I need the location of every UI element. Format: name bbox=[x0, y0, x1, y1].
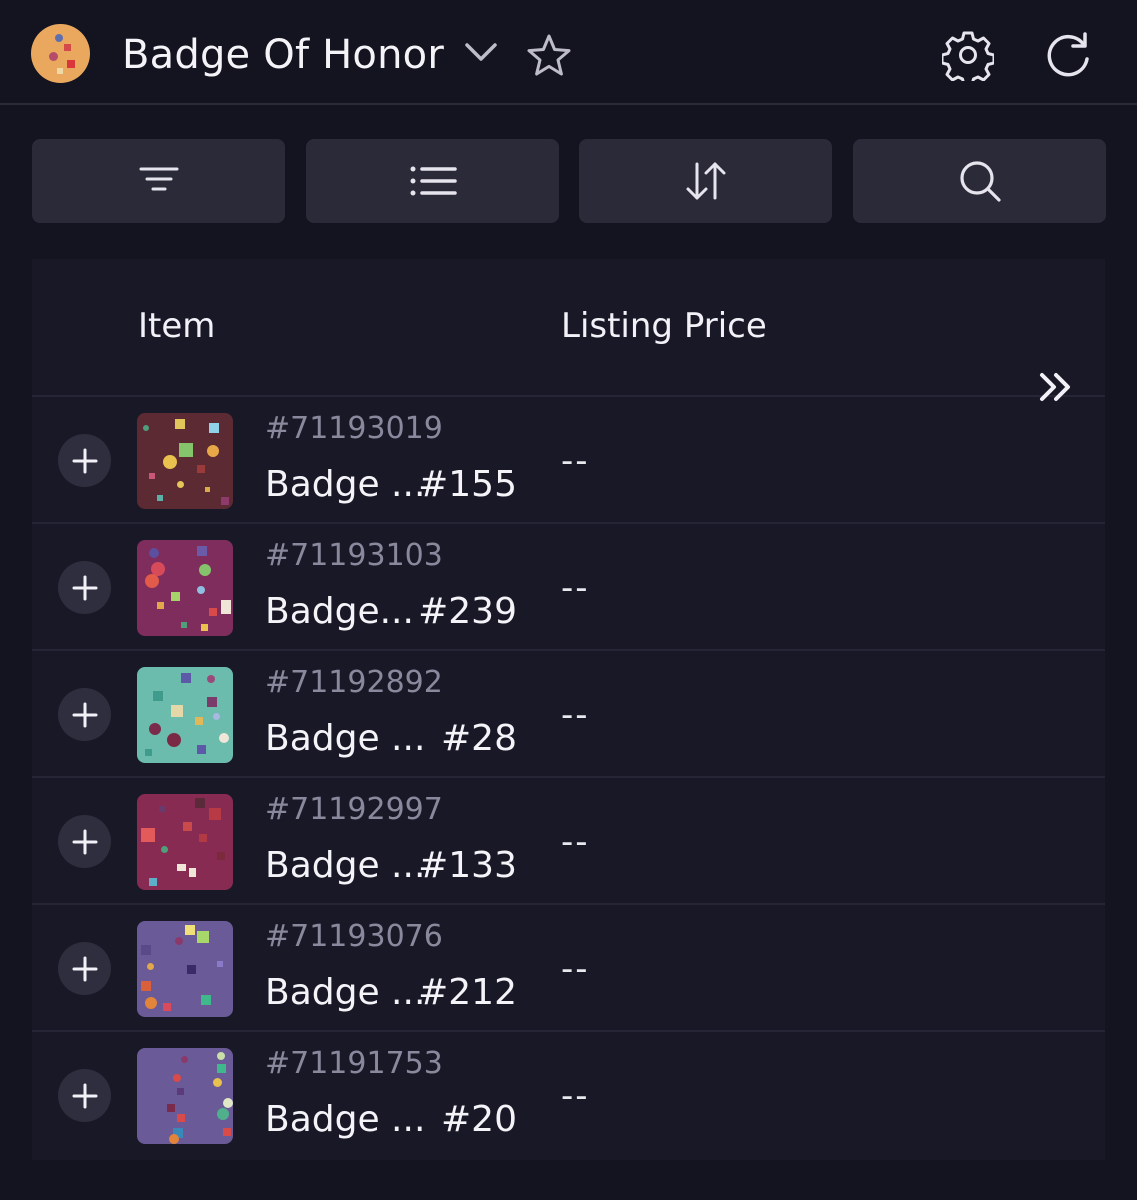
table-row[interactable]: #71192892 Badge ... #28 -- bbox=[32, 651, 1105, 778]
item-name[interactable]: Badge ... bbox=[265, 1098, 425, 1142]
collection-avatar[interactable] bbox=[31, 24, 90, 83]
token-id: #71191753 bbox=[265, 1046, 443, 1081]
token-id: #71192892 bbox=[265, 665, 443, 700]
item-number: #28 bbox=[441, 718, 517, 759]
item-thumbnail[interactable] bbox=[137, 921, 233, 1017]
star-icon[interactable] bbox=[526, 33, 572, 77]
item-number: #212 bbox=[418, 972, 517, 1013]
gear-icon[interactable] bbox=[942, 29, 994, 81]
item-number: #20 bbox=[441, 1099, 517, 1140]
table-row[interactable]: #71192997 Badge ... #133 -- bbox=[32, 778, 1105, 905]
token-id: #71192997 bbox=[265, 792, 443, 827]
plus-icon bbox=[72, 702, 97, 727]
collection-title[interactable]: Badge Of Honor bbox=[122, 30, 444, 80]
list-icon bbox=[410, 166, 457, 196]
item-name[interactable]: Badge... bbox=[265, 590, 414, 634]
listing-price: -- bbox=[561, 695, 590, 735]
table-row[interactable]: #71191753 Badge ... #20 -- bbox=[32, 1032, 1105, 1159]
plus-icon bbox=[72, 575, 97, 600]
token-id: #71193076 bbox=[265, 919, 443, 954]
add-to-cart-button[interactable] bbox=[58, 561, 111, 614]
item-name[interactable]: Badge ... bbox=[265, 844, 425, 888]
item-number: #155 bbox=[418, 464, 517, 505]
plus-icon bbox=[72, 829, 97, 854]
table-row[interactable]: #71193103 Badge... #239 -- bbox=[32, 524, 1105, 651]
table-row[interactable]: #71193076 Badge ... #212 -- bbox=[32, 905, 1105, 1032]
table-row[interactable]: #71193019 Badge ... #155 -- bbox=[32, 397, 1105, 524]
add-to-cart-button[interactable] bbox=[58, 434, 111, 487]
sort-button[interactable] bbox=[579, 139, 832, 223]
table-header: Item Listing Price bbox=[32, 259, 1105, 401]
column-header-item[interactable]: Item bbox=[138, 305, 215, 347]
search-button[interactable] bbox=[853, 139, 1106, 223]
collection-header: Badge Of Honor bbox=[0, 0, 1137, 105]
sort-arrows-icon bbox=[686, 162, 725, 200]
add-to-cart-button[interactable] bbox=[58, 688, 111, 741]
add-to-cart-button[interactable] bbox=[58, 942, 111, 995]
add-to-cart-button[interactable] bbox=[58, 815, 111, 868]
search-icon bbox=[959, 161, 1001, 202]
listing-price: -- bbox=[561, 441, 590, 481]
item-thumbnail[interactable] bbox=[137, 667, 233, 763]
listing-price: -- bbox=[561, 949, 590, 989]
item-name[interactable]: Badge ... bbox=[265, 971, 425, 1015]
plus-icon bbox=[72, 448, 97, 473]
item-number: #239 bbox=[418, 591, 517, 632]
column-header-listing-price[interactable]: Listing Price bbox=[561, 305, 767, 347]
plus-icon bbox=[72, 956, 97, 981]
token-id: #71193103 bbox=[265, 538, 443, 573]
filter-button[interactable] bbox=[32, 139, 285, 223]
item-name[interactable]: Badge ... bbox=[265, 717, 425, 761]
filter-icon bbox=[139, 167, 178, 191]
refresh-icon[interactable] bbox=[1044, 31, 1094, 79]
plus-icon bbox=[72, 1083, 97, 1108]
token-id: #71193019 bbox=[265, 411, 443, 446]
item-thumbnail[interactable] bbox=[137, 794, 233, 890]
items-table: Item Listing Price #71193019 Badge ... #… bbox=[32, 259, 1105, 1160]
add-to-cart-button[interactable] bbox=[58, 1069, 111, 1122]
list-view-button[interactable] bbox=[306, 139, 559, 223]
listing-price: -- bbox=[561, 568, 590, 608]
item-name[interactable]: Badge ... bbox=[265, 463, 425, 507]
item-number: #133 bbox=[418, 845, 517, 886]
chevron-down-icon[interactable] bbox=[464, 40, 498, 64]
listing-price: -- bbox=[561, 822, 590, 862]
listing-price: -- bbox=[561, 1076, 590, 1116]
item-thumbnail[interactable] bbox=[137, 413, 233, 509]
item-thumbnail[interactable] bbox=[137, 540, 233, 636]
item-thumbnail[interactable] bbox=[137, 1048, 233, 1144]
